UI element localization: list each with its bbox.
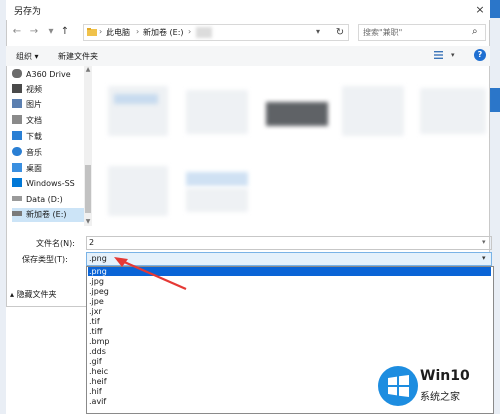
thumbnail-content	[186, 188, 248, 212]
organize-menu[interactable]: 组织 ▾	[16, 51, 39, 62]
drive-icon	[12, 178, 22, 187]
breadcrumb-separator: ›	[136, 27, 140, 36]
folder-icon	[87, 28, 97, 36]
scroll-down-arrow-icon[interactable]: ▼	[84, 218, 92, 225]
annotation-arrow	[114, 257, 187, 291]
recent-locations-button[interactable]: ▾	[44, 25, 58, 39]
sidebar-item-documents[interactable]: 文档	[12, 114, 90, 128]
help-button[interactable]: ?	[474, 49, 486, 61]
sidebar-item-data-d[interactable]: Data (D:)	[12, 193, 90, 207]
sidebar-item-windows-ss[interactable]: Windows-SS	[12, 177, 90, 191]
pictures-icon	[12, 99, 22, 108]
close-button[interactable]: ×	[472, 2, 488, 18]
back-button[interactable]: ←	[10, 25, 24, 39]
breadcrumb-separator: ›	[188, 27, 192, 36]
up-button[interactable]: ↑	[58, 25, 72, 39]
filename-value: 2	[89, 238, 95, 247]
dialog-title: 另存为	[14, 7, 42, 17]
music-icon	[12, 147, 22, 156]
video-icon	[12, 84, 22, 93]
download-icon	[12, 131, 22, 140]
sidebar-item-a360[interactable]: A360 Drive	[12, 68, 90, 82]
filetype-option[interactable]: .jpe	[88, 297, 491, 306]
search-icon: ⌕	[472, 26, 478, 37]
scroll-up-arrow-icon[interactable]: ▲	[84, 66, 92, 73]
filename-label: 文件名(N):	[36, 239, 75, 248]
file-thumbnail[interactable]	[108, 166, 168, 216]
new-folder-button[interactable]: 新建文件夹	[58, 51, 98, 62]
background-accent	[490, 88, 500, 112]
drive-icon	[12, 196, 22, 201]
thumbnail-content	[114, 94, 158, 104]
sidebar-item-music[interactable]: 音乐	[12, 146, 90, 160]
nav-pane-scrollbar-thumb[interactable]	[85, 165, 91, 213]
filetype-option[interactable]: .jxr	[88, 307, 491, 316]
cloud-icon	[12, 69, 22, 78]
filetype-label: 保存类型(T):	[22, 255, 68, 264]
view-options-icon[interactable]	[434, 50, 446, 60]
filetype-option[interactable]: .tif	[88, 317, 491, 326]
breadcrumb-separator: ›	[99, 27, 103, 36]
sidebar-item-desktop[interactable]: 桌面	[12, 162, 90, 176]
documents-icon	[12, 115, 22, 124]
breadcrumb-drive-e[interactable]: 新加卷 (E:)	[143, 27, 184, 38]
hide-folders-button[interactable]: ▴ 隐藏文件夹	[10, 289, 57, 300]
title-bar	[6, 0, 490, 20]
sidebar-item-drive-e[interactable]: 新加卷 (E:)	[12, 208, 90, 222]
sidebar-item-downloads[interactable]: 下载	[12, 130, 90, 144]
sidebar-item-pictures[interactable]: 图片	[12, 98, 90, 112]
blurred-folder-name	[196, 27, 212, 38]
file-thumbnail[interactable]	[186, 90, 248, 134]
filetype-option[interactable]: .bmp	[88, 337, 491, 346]
watermark-logo	[378, 366, 418, 406]
filetype-dropdown-icon[interactable]: ▾	[482, 254, 486, 262]
forward-button[interactable]: →	[27, 25, 41, 39]
search-placeholder: 搜索"兼职"	[363, 28, 403, 37]
file-thumbnail[interactable]	[266, 102, 328, 126]
file-thumbnail[interactable]	[342, 86, 404, 136]
watermark-subtitle: 系统之家	[420, 392, 460, 403]
filename-input[interactable]	[86, 236, 492, 250]
address-history-dropdown[interactable]: ▾	[316, 27, 320, 36]
breadcrumb-this-pc[interactable]: 此电脑	[106, 27, 130, 38]
filetype-option[interactable]: .dds	[88, 347, 491, 356]
file-thumbnail[interactable]	[186, 172, 248, 186]
filetype-value: .png	[89, 254, 107, 263]
filetype-option[interactable]: .tiff	[88, 327, 491, 336]
desktop-icon	[12, 163, 22, 172]
filename-dropdown-icon[interactable]: ▾	[482, 238, 486, 246]
refresh-button[interactable]: ↻	[332, 24, 348, 41]
sidebar-item-videos[interactable]: 视频	[12, 83, 90, 97]
view-dropdown-icon[interactable]: ▾	[451, 51, 455, 59]
file-thumbnail[interactable]	[420, 88, 486, 134]
watermark-title: Win10	[420, 368, 470, 384]
drive-icon	[12, 211, 22, 216]
background-accent	[490, 0, 500, 18]
